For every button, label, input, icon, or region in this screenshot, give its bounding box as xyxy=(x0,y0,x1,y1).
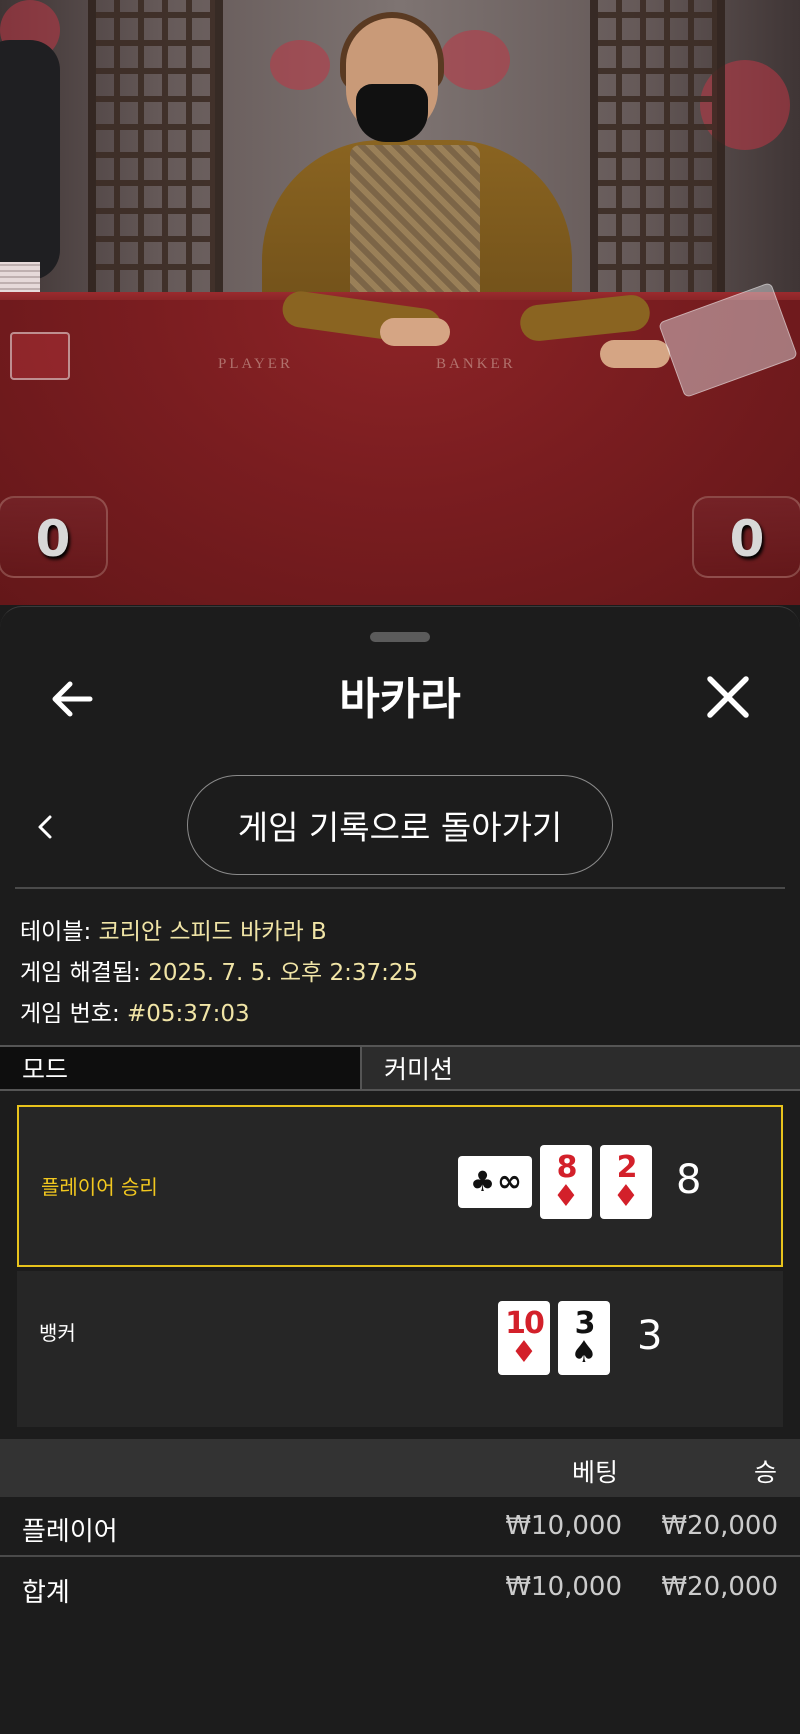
card-suit: ♣ xyxy=(469,1165,496,1198)
bet-row-label: 플레이어 xyxy=(22,1517,118,1547)
bet-amount: ₩10,000 xyxy=(505,1572,622,1602)
table-row: 플레이어 ₩10,000 ₩20,000 xyxy=(0,1499,800,1557)
divider xyxy=(0,1555,800,1557)
resolved-info: 게임 해결됨: 2025. 7. 5. 오후 2:37:25 xyxy=(20,953,418,987)
sheet-grabber[interactable] xyxy=(370,632,430,642)
player-hand-row: 플레이어 승리 ♣ ∞ 8 ♦ 2 ♦ 8 xyxy=(17,1105,783,1267)
back-arrow-icon[interactable] xyxy=(44,671,100,727)
game-number-info: 게임 번호: #05:37:03 xyxy=(20,994,250,1028)
card-suit: ♦ xyxy=(612,1179,640,1214)
game-number-value: #05:37:03 xyxy=(127,1001,250,1027)
win-amount: ₩20,000 xyxy=(661,1572,778,1602)
divider xyxy=(15,887,785,889)
tab-mode[interactable]: 모드 xyxy=(0,1047,362,1089)
side-person xyxy=(0,40,60,280)
felt-player-text: PLAYER xyxy=(218,356,293,372)
game-number-label: 게임 번호: xyxy=(20,1001,120,1027)
resolved-value: 2025. 7. 5. 오후 2:37:25 xyxy=(148,960,419,986)
bets-table-header: 베팅 승 xyxy=(0,1439,800,1497)
card-suit: ♦ xyxy=(552,1179,580,1214)
bet-amount: ₩10,000 xyxy=(505,1511,622,1541)
col-bet-header: 베팅 xyxy=(572,1458,619,1487)
back-to-history-button[interactable]: 게임 기록으로 돌아가기 xyxy=(187,775,613,875)
dealer-hand xyxy=(600,340,670,368)
felt-banker-text: BANKER xyxy=(436,356,516,372)
card-suit: ♦ xyxy=(510,1335,538,1370)
page-title: 바카라 xyxy=(339,674,461,725)
banker-hand-row: 뱅커 10 ♦ 3 ♠ 3 xyxy=(17,1271,783,1427)
player-score-box: 0 xyxy=(0,496,108,578)
close-icon[interactable] xyxy=(700,669,756,725)
playing-card: 10 ♦ xyxy=(498,1301,550,1375)
banker-score-box: 0 xyxy=(692,496,800,578)
tab-bar: 모드 커미션 xyxy=(0,1045,800,1091)
card-rank: ∞ xyxy=(497,1164,522,1199)
table-info: 테이블: 코리안 스피드 바카라 B xyxy=(20,912,327,946)
win-amount: ₩20,000 xyxy=(661,1511,778,1541)
banker-score: 0 xyxy=(729,510,765,568)
player-cards: ♣ ∞ 8 ♦ 2 ♦ xyxy=(458,1145,652,1219)
lattice-screen xyxy=(88,0,223,320)
playing-card: 2 ♦ xyxy=(600,1145,652,1219)
col-win-header: 승 xyxy=(754,1458,778,1487)
chevron-left-icon[interactable] xyxy=(30,807,60,847)
lattice-screen xyxy=(590,0,725,320)
banker-label: 뱅커 xyxy=(39,1321,76,1345)
player-win-label: 플레이어 승리 xyxy=(41,1175,158,1199)
banker-hand-score: 3 xyxy=(637,1313,663,1359)
dealer-mask xyxy=(356,84,428,142)
blossom-decor xyxy=(270,40,330,90)
playing-card: 8 ♦ xyxy=(540,1145,592,1219)
playing-card: 3 ♠ xyxy=(558,1301,610,1375)
player-score: 0 xyxy=(35,510,71,568)
discard-box xyxy=(10,332,70,380)
resolved-label: 게임 해결됨: xyxy=(20,960,141,986)
table-row: 합계 ₩10,000 ₩20,000 xyxy=(0,1560,800,1618)
live-video: PLAYER BANKER 0 0 xyxy=(0,0,800,605)
table-label: 테이블: xyxy=(20,919,92,945)
game-detail-sheet: 바카라 게임 기록으로 돌아가기 테이블: 코리안 스피드 바카라 B 게임 해… xyxy=(0,606,800,1734)
player-hand-score: 8 xyxy=(676,1157,702,1203)
blossom-decor xyxy=(440,30,510,90)
table-value: 코리안 스피드 바카라 B xyxy=(98,919,327,945)
banker-cards: 10 ♦ 3 ♠ xyxy=(498,1301,610,1375)
bet-row-label: 합계 xyxy=(22,1578,70,1608)
card-suit: ♠ xyxy=(570,1335,598,1370)
dealer-hand xyxy=(380,318,450,346)
playing-card: ♣ ∞ xyxy=(458,1156,532,1208)
tab-commission[interactable]: 커미션 xyxy=(362,1047,800,1089)
